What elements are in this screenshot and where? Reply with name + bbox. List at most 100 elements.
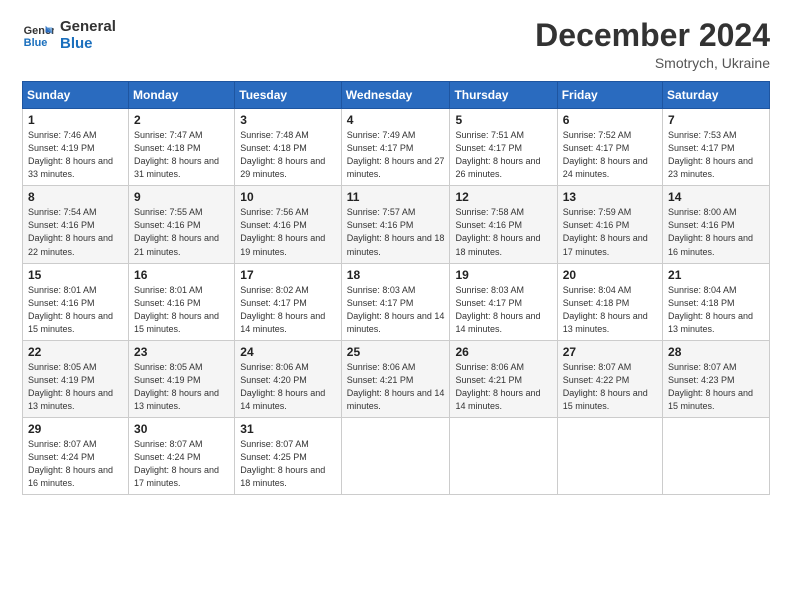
day-cell: 16Sunrise: 8:01 AMSunset: 4:16 PMDayligh… [129, 263, 235, 340]
day-cell: 5 Sunrise: 7:51 AMSunset: 4:17 PMDaylight… [450, 109, 557, 186]
day-number: 15 [28, 268, 123, 282]
day-cell [341, 417, 450, 494]
day-cell: 12Sunrise: 7:58 AMSunset: 4:16 PMDayligh… [450, 186, 557, 263]
col-header-monday: Monday [129, 82, 235, 109]
day-cell: 7 Sunrise: 7:53 AMSunset: 4:17 PMDaylight… [663, 109, 770, 186]
day-number: 5 [455, 113, 551, 127]
day-cell: 3Sunrise: 7:48 AMSunset: 4:18 PMDaylight… [235, 109, 342, 186]
col-header-saturday: Saturday [663, 82, 770, 109]
day-number: 18 [347, 268, 445, 282]
day-cell: 19 Sunrise: 8:03 AMSunset: 4:17 PMDayligh… [450, 263, 557, 340]
day-info: Sunrise: 7:48 AMSunset: 4:18 PMDaylight:… [240, 129, 336, 181]
day-cell: 21Sunrise: 8:04 AMSunset: 4:18 PMDayligh… [663, 263, 770, 340]
day-number: 9 [134, 190, 229, 204]
day-cell: 11Sunrise: 7:57 AMSunset: 4:16 PMDayligh… [341, 186, 450, 263]
day-number: 12 [455, 190, 551, 204]
day-info: Sunrise: 8:00 AMSunset: 4:16 PMDaylight:… [668, 206, 764, 258]
day-cell: 18 Sunrise: 8:03 AMSunset: 4:17 PMDayligh… [341, 263, 450, 340]
col-header-friday: Friday [557, 82, 662, 109]
day-cell: 13 Sunrise: 7:59 AMSunset: 4:16 PMDayligh… [557, 186, 662, 263]
day-number: 20 [563, 268, 657, 282]
logo-blue: Blue [60, 35, 116, 52]
day-info: Sunrise: 7:49 AMSunset: 4:17 PMDaylight:… [347, 129, 445, 181]
day-info: Sunrise: 8:07 AMSunset: 4:24 PMDaylight:… [28, 438, 123, 490]
day-cell: 26 Sunrise: 8:06 AMSunset: 4:21 PMDayligh… [450, 340, 557, 417]
day-info: Sunrise: 8:03 AMSunset: 4:17 PMDaylight:… [455, 284, 551, 336]
day-cell: 27 Sunrise: 8:07 AMSunset: 4:22 PMDayligh… [557, 340, 662, 417]
day-number: 25 [347, 345, 445, 359]
day-number: 7 [668, 113, 764, 127]
day-cell [450, 417, 557, 494]
page: General Blue General Blue December 2024 … [0, 0, 792, 612]
day-info: Sunrise: 8:06 AMSunset: 4:21 PMDaylight:… [455, 361, 551, 413]
day-cell: 8 Sunrise: 7:54 AMSunset: 4:16 PMDaylight… [23, 186, 129, 263]
day-number: 19 [455, 268, 551, 282]
day-cell: 1 Sunrise: 7:46 AMSunset: 4:19 PMDaylight… [23, 109, 129, 186]
day-info: Sunrise: 8:07 AMSunset: 4:22 PMDaylight:… [563, 361, 657, 413]
day-cell: 10Sunrise: 7:56 AMSunset: 4:16 PMDayligh… [235, 186, 342, 263]
day-cell [663, 417, 770, 494]
day-cell: 30Sunrise: 8:07 AMSunset: 4:24 PMDayligh… [129, 417, 235, 494]
day-cell: 20 Sunrise: 8:04 AMSunset: 4:18 PMDayligh… [557, 263, 662, 340]
day-cell: 6 Sunrise: 7:52 AMSunset: 4:17 PMDaylight… [557, 109, 662, 186]
month-title: December 2024 [535, 18, 770, 53]
day-number: 28 [668, 345, 764, 359]
week-row-1: 1 Sunrise: 7:46 AMSunset: 4:19 PMDaylight… [23, 109, 770, 186]
week-row-2: 8 Sunrise: 7:54 AMSunset: 4:16 PMDaylight… [23, 186, 770, 263]
day-of-week-row: SundayMondayTuesdayWednesdayThursdayFrid… [23, 82, 770, 109]
day-number: 4 [347, 113, 445, 127]
logo-general: General [60, 18, 116, 35]
day-info: Sunrise: 8:04 AMSunset: 4:18 PMDaylight:… [668, 284, 764, 336]
day-cell: 25Sunrise: 8:06 AMSunset: 4:21 PMDayligh… [341, 340, 450, 417]
day-cell: 14 Sunrise: 8:00 AMSunset: 4:16 PMDayligh… [663, 186, 770, 263]
week-row-3: 15 Sunrise: 8:01 AMSunset: 4:16 PMDayligh… [23, 263, 770, 340]
day-number: 27 [563, 345, 657, 359]
week-row-4: 22Sunrise: 8:05 AMSunset: 4:19 PMDayligh… [23, 340, 770, 417]
day-info: Sunrise: 8:07 AMSunset: 4:24 PMDaylight:… [134, 438, 229, 490]
day-number: 6 [563, 113, 657, 127]
day-info: Sunrise: 8:01 AMSunset: 4:16 PMDaylight:… [28, 284, 123, 336]
logo: General Blue General Blue [22, 18, 116, 53]
day-number: 17 [240, 268, 336, 282]
day-info: Sunrise: 8:05 AMSunset: 4:19 PMDaylight:… [28, 361, 123, 413]
day-number: 26 [455, 345, 551, 359]
day-number: 23 [134, 345, 229, 359]
svg-text:Blue: Blue [24, 37, 48, 49]
day-info: Sunrise: 7:57 AMSunset: 4:16 PMDaylight:… [347, 206, 445, 258]
day-info: Sunrise: 7:52 AMSunset: 4:17 PMDaylight:… [563, 129, 657, 181]
day-info: Sunrise: 7:54 AMSunset: 4:16 PMDaylight:… [28, 206, 123, 258]
day-info: Sunrise: 8:07 AMSunset: 4:25 PMDaylight:… [240, 438, 336, 490]
day-cell: 28 Sunrise: 8:07 AMSunset: 4:23 PMDayligh… [663, 340, 770, 417]
header: General Blue General Blue December 2024 … [22, 18, 770, 71]
day-info: Sunrise: 8:03 AMSunset: 4:17 PMDaylight:… [347, 284, 445, 336]
day-cell: 23 Sunrise: 8:05 AMSunset: 4:19 PMDayligh… [129, 340, 235, 417]
day-info: Sunrise: 7:46 AMSunset: 4:19 PMDaylight:… [28, 129, 123, 181]
day-info: Sunrise: 8:01 AMSunset: 4:16 PMDaylight:… [134, 284, 229, 336]
day-number: 31 [240, 422, 336, 436]
col-header-wednesday: Wednesday [341, 82, 450, 109]
day-info: Sunrise: 7:47 AMSunset: 4:18 PMDaylight:… [134, 129, 229, 181]
day-number: 14 [668, 190, 764, 204]
day-number: 1 [28, 113, 123, 127]
day-info: Sunrise: 8:02 AMSunset: 4:17 PMDaylight:… [240, 284, 336, 336]
col-header-sunday: Sunday [23, 82, 129, 109]
day-info: Sunrise: 8:05 AMSunset: 4:19 PMDaylight:… [134, 361, 229, 413]
day-number: 8 [28, 190, 123, 204]
day-cell: 31 Sunrise: 8:07 AMSunset: 4:25 PMDayligh… [235, 417, 342, 494]
day-info: Sunrise: 7:53 AMSunset: 4:17 PMDaylight:… [668, 129, 764, 181]
day-info: Sunrise: 8:04 AMSunset: 4:18 PMDaylight:… [563, 284, 657, 336]
day-number: 13 [563, 190, 657, 204]
day-info: Sunrise: 7:59 AMSunset: 4:16 PMDaylight:… [563, 206, 657, 258]
week-row-5: 29Sunrise: 8:07 AMSunset: 4:24 PMDayligh… [23, 417, 770, 494]
day-info: Sunrise: 8:06 AMSunset: 4:20 PMDaylight:… [240, 361, 336, 413]
day-cell [557, 417, 662, 494]
day-info: Sunrise: 7:56 AMSunset: 4:16 PMDaylight:… [240, 206, 336, 258]
day-cell: 17 Sunrise: 8:02 AMSunset: 4:17 PMDayligh… [235, 263, 342, 340]
day-info: Sunrise: 7:51 AMSunset: 4:17 PMDaylight:… [455, 129, 551, 181]
day-number: 24 [240, 345, 336, 359]
col-header-thursday: Thursday [450, 82, 557, 109]
day-info: Sunrise: 7:55 AMSunset: 4:16 PMDaylight:… [134, 206, 229, 258]
day-info: Sunrise: 8:07 AMSunset: 4:23 PMDaylight:… [668, 361, 764, 413]
day-cell: 2Sunrise: 7:47 AMSunset: 4:18 PMDaylight… [129, 109, 235, 186]
day-cell: 4 Sunrise: 7:49 AMSunset: 4:17 PMDaylight… [341, 109, 450, 186]
